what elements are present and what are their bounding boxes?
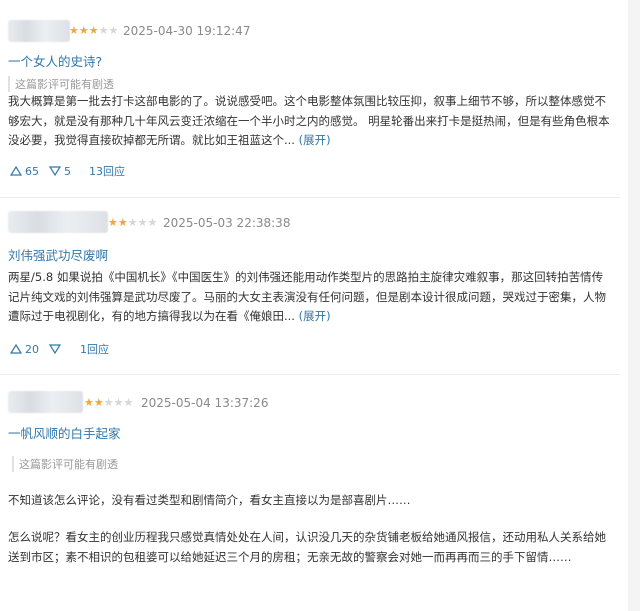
- star-icon: ★★★: [69, 24, 99, 37]
- review-excerpt: 我大概算是第一批去打卡这部电影的了。说说感受吧。这个电影整体氛围比较压抑，叙事上…: [8, 92, 613, 151]
- spoiler-note: 这篇影评可能有剧透: [8, 76, 114, 92]
- thumb-down-icon: [49, 166, 61, 176]
- star-icon: ★★★: [103, 396, 134, 409]
- downvote-button[interactable]: 5: [49, 165, 71, 178]
- star-rating: ★★★★★: [69, 24, 118, 37]
- review-paragraph: 不知道该怎么评论，没有看过类型和剧情简介，看女主直接以为是部喜剧片……: [8, 493, 411, 507]
- avatar[interactable]: [8, 211, 108, 233]
- vote-bar: 65 5 13回应: [10, 163, 125, 179]
- downvote-count: 5: [64, 164, 71, 178]
- downvote-button[interactable]: [49, 344, 64, 354]
- avatar[interactable]: [8, 20, 70, 42]
- star-rating: ★★★★★: [108, 216, 157, 229]
- thumb-down-icon: [49, 344, 61, 354]
- expand-link[interactable]: (展开): [299, 133, 331, 147]
- spoiler-note: 这篇影评可能有剧透: [12, 456, 118, 472]
- upvote-count: 20: [25, 342, 39, 356]
- upvote-count: 65: [25, 164, 39, 178]
- review-date: 2025-04-30 19:12:47: [123, 24, 251, 38]
- star-icon: ★★★: [127, 216, 158, 229]
- replies-link[interactable]: 13回应: [89, 163, 125, 179]
- review-title-link[interactable]: 一帆风顺的白手起家: [8, 423, 121, 442]
- star-rating: ★★★★★: [84, 396, 133, 409]
- star-icon: ★★: [84, 396, 104, 409]
- thumb-up-icon: [10, 166, 22, 176]
- review-date: 2025-05-04 13:37:26: [141, 396, 269, 410]
- review-title-link[interactable]: 一个女人的史诗?: [8, 51, 102, 70]
- replies-link[interactable]: 1回应: [80, 341, 109, 357]
- star-icon: ★★: [108, 216, 128, 229]
- upvote-button[interactable]: 20: [10, 343, 39, 356]
- star-icon: ★★: [98, 24, 119, 37]
- review-paragraph: 怎么说呢？看女主的创业历程我只感觉真情处处在人间，认识没几天的杂货铺老板给她通风…: [8, 530, 606, 564]
- vote-bar: 20 1回应: [10, 341, 109, 357]
- divider: [0, 374, 620, 375]
- review-title-link[interactable]: 刘伟强武功尽废啊: [8, 245, 108, 264]
- review-date: 2025-05-03 22:38:38: [163, 216, 291, 230]
- expand-link[interactable]: (展开): [299, 309, 331, 323]
- thumb-up-icon: [10, 344, 22, 354]
- scrollbar-track[interactable]: [628, 0, 640, 611]
- review-excerpt: 两星/5.8 如果说拍《中国机长》《中国医生》的刘伟强还能用动作类型片的思路拍主…: [8, 268, 613, 327]
- avatar[interactable]: [8, 391, 83, 413]
- upvote-button[interactable]: 65: [10, 165, 39, 178]
- divider: [0, 197, 620, 198]
